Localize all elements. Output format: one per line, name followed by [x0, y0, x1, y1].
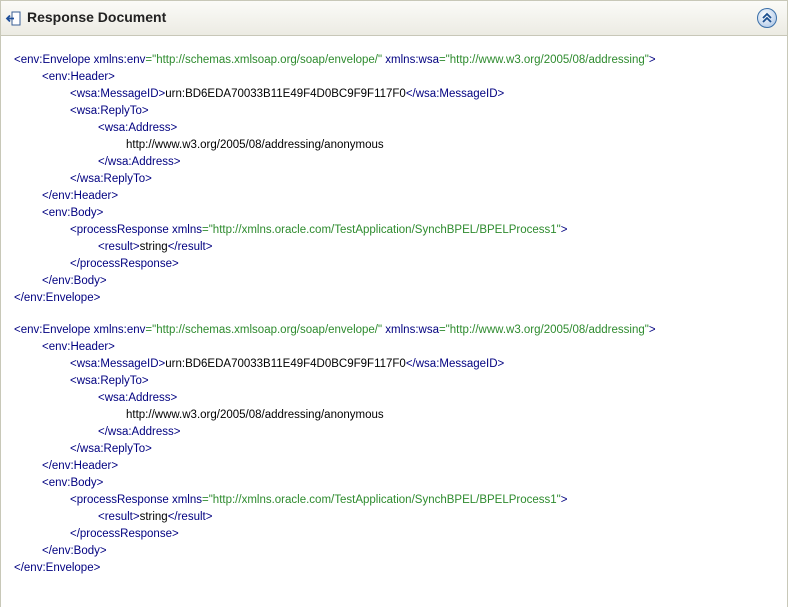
xml-token-tag: </result>: [167, 511, 213, 523]
xml-token-attr: xmlns: [171, 224, 202, 236]
xml-line: <wsa:MessageID>urn:BD6EDA70033B11E49F4D0…: [14, 86, 656, 103]
xml-line: http://www.w3.org/2005/08/addressing/ano…: [14, 407, 656, 424]
xml-token-tag: </env:Envelope>: [14, 562, 101, 574]
xml-line: http://www.w3.org/2005/08/addressing/ano…: [14, 137, 656, 154]
xml-token-val: ="http://www.w3.org/2005/08/addressing": [438, 324, 649, 336]
xml-token-tag: </processResponse>: [70, 528, 179, 540]
xml-line: <wsa:ReplyTo>: [14, 103, 656, 120]
xml-token-tag: >: [648, 324, 656, 336]
xml-line: <env:Body>: [14, 205, 656, 222]
xml-token-tag: </wsa:MessageID>: [405, 88, 505, 100]
xml-token-tag: <env:Envelope: [14, 324, 94, 336]
xml-line: <env:Body>: [14, 475, 656, 492]
xml-token-val: ="http://xmlns.oracle.com/TestApplicatio…: [202, 224, 561, 236]
xml-line: </env:Body>: [14, 273, 656, 290]
xml-token-tag: <wsa:Address>: [98, 122, 178, 134]
xml-token-val: ="http://schemas.xmlsoap.org/soap/envelo…: [145, 54, 383, 66]
xml-line: </env:Header>: [14, 188, 656, 205]
xml-token-tag: <result>: [98, 241, 140, 253]
xml-token-attr: xmlns: [171, 494, 202, 506]
xml-line: </wsa:Address>: [14, 424, 656, 441]
xml-token-tag: >: [560, 224, 568, 236]
xml-token-tag: >: [560, 494, 568, 506]
collapse-button[interactable]: [757, 8, 777, 28]
xml-token-tag: <wsa:MessageID>: [70, 88, 166, 100]
xml-token-txt: http://www.w3.org/2005/08/addressing/ano…: [126, 139, 384, 151]
xml-token-tag: <env:Header>: [42, 71, 115, 83]
response-document-panel: Response Document <env:Envelope xmlns:en…: [0, 0, 788, 607]
xml-token-txt: http://www.w3.org/2005/08/addressing/ano…: [126, 409, 384, 421]
xml-token-val: ="http://schemas.xmlsoap.org/soap/envelo…: [145, 324, 383, 336]
xml-token-tag: >: [648, 54, 656, 66]
xml-document: <env:Envelope xmlns:env="http://schemas.…: [14, 322, 656, 577]
xml-token-tag: <env:Envelope: [14, 54, 94, 66]
xml-token-tag: </env:Header>: [42, 190, 119, 202]
xml-token-tag: </env:Body>: [42, 275, 107, 287]
xml-token-tag: <processResponse: [70, 224, 172, 236]
xml-line: <result>string</result>: [14, 509, 656, 526]
xml-token-tag: <env:Body>: [42, 477, 104, 489]
xml-token-tag: </wsa:Address>: [98, 156, 181, 168]
xml-token-attr: xmlns:env: [93, 54, 146, 66]
xml-line: <wsa:MessageID>urn:BD6EDA70033B11E49F4D0…: [14, 356, 656, 373]
xml-token-tag: <result>: [98, 511, 140, 523]
xml-line: </env:Header>: [14, 458, 656, 475]
xml-line: </wsa:ReplyTo>: [14, 441, 656, 458]
xml-line: </processResponse>: [14, 526, 656, 543]
xml-line: <processResponse xmlns="http://xmlns.ora…: [14, 222, 656, 239]
xml-token-attr: xmlns:env: [93, 324, 146, 336]
xml-line: <env:Header>: [14, 339, 656, 356]
xml-token-tag: </wsa:MessageID>: [405, 358, 505, 370]
xml-line: </env:Body>: [14, 543, 656, 560]
double-chevron-up-icon: [762, 12, 772, 23]
xml-token-tag: <wsa:ReplyTo>: [70, 375, 149, 387]
xml-token-txt: string: [139, 511, 168, 523]
xml-token-tag: </result>: [167, 241, 213, 253]
xml-document: <env:Envelope xmlns:env="http://schemas.…: [14, 52, 656, 307]
xml-token-txt: urn:BD6EDA70033B11E49F4D0BC9F9F117F0: [165, 88, 406, 100]
xml-line: <result>string</result>: [14, 239, 656, 256]
xml-token-txt: urn:BD6EDA70033B11E49F4D0BC9F9F117F0: [165, 358, 406, 370]
xml-token-tag: </wsa:ReplyTo>: [70, 173, 152, 185]
xml-line: </wsa:ReplyTo>: [14, 171, 656, 188]
xml-line: </env:Envelope>: [14, 560, 656, 577]
xml-token-tag: </processResponse>: [70, 258, 179, 270]
panel-header: Response Document: [1, 1, 787, 36]
xml-token-val: ="http://xmlns.oracle.com/TestApplicatio…: [202, 494, 561, 506]
panel-title: Response Document: [27, 9, 167, 25]
xml-token-tag: </wsa:ReplyTo>: [70, 443, 152, 455]
xml-document-view: <env:Envelope xmlns:env="http://schemas.…: [14, 52, 656, 577]
document-separator: [14, 307, 656, 322]
xml-line: <env:Envelope xmlns:env="http://schemas.…: [14, 322, 656, 339]
xml-token-tag: <processResponse: [70, 494, 172, 506]
back-arrow-icon[interactable]: [5, 10, 22, 27]
xml-line: </processResponse>: [14, 256, 656, 273]
xml-line: <env:Header>: [14, 69, 656, 86]
xml-token-attr: xmlns:wsa: [382, 54, 439, 66]
xml-line: <wsa:Address>: [14, 390, 656, 407]
xml-line: </env:Envelope>: [14, 290, 656, 307]
xml-token-tag: <wsa:Address>: [98, 392, 178, 404]
xml-line: <processResponse xmlns="http://xmlns.ora…: [14, 492, 656, 509]
xml-token-tag: </wsa:Address>: [98, 426, 181, 438]
xml-token-txt: string: [139, 241, 168, 253]
xml-token-tag: </env:Envelope>: [14, 292, 101, 304]
xml-token-tag: </env:Body>: [42, 545, 107, 557]
xml-token-tag: <env:Body>: [42, 207, 104, 219]
xml-token-attr: xmlns:wsa: [382, 324, 439, 336]
xml-token-tag: </env:Header>: [42, 460, 119, 472]
xml-line: <wsa:ReplyTo>: [14, 373, 656, 390]
xml-token-tag: <wsa:MessageID>: [70, 358, 166, 370]
xml-token-tag: <env:Header>: [42, 341, 115, 353]
xml-line: </wsa:Address>: [14, 154, 656, 171]
xml-line: <env:Envelope xmlns:env="http://schemas.…: [14, 52, 656, 69]
xml-line: <wsa:Address>: [14, 120, 656, 137]
xml-token-tag: <wsa:ReplyTo>: [70, 105, 149, 117]
xml-token-val: ="http://www.w3.org/2005/08/addressing": [438, 54, 649, 66]
